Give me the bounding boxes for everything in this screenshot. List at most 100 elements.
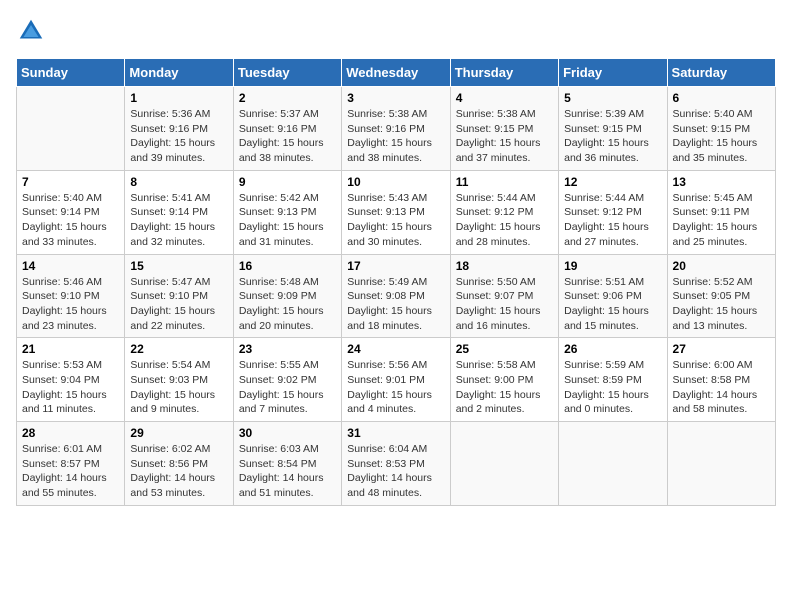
- day-info: Sunrise: 6:02 AM Sunset: 8:56 PM Dayligh…: [130, 442, 227, 501]
- day-info: Sunrise: 5:49 AM Sunset: 9:08 PM Dayligh…: [347, 275, 444, 334]
- day-info: Sunrise: 5:58 AM Sunset: 9:00 PM Dayligh…: [456, 358, 553, 417]
- day-info: Sunrise: 6:01 AM Sunset: 8:57 PM Dayligh…: [22, 442, 119, 501]
- day-number: 17: [347, 259, 444, 273]
- day-info: Sunrise: 5:48 AM Sunset: 9:09 PM Dayligh…: [239, 275, 336, 334]
- day-cell: 19 Sunrise: 5:51 AM Sunset: 9:06 PM Dayli…: [559, 254, 667, 338]
- day-cell: 13 Sunrise: 5:45 AM Sunset: 9:11 PM Dayli…: [667, 170, 775, 254]
- week-row-4: 21Sunrise: 5:53 AM Sunset: 9:04 PM Dayli…: [17, 338, 776, 422]
- day-cell: 21Sunrise: 5:53 AM Sunset: 9:04 PM Dayli…: [17, 338, 125, 422]
- day-number: 31: [347, 426, 444, 440]
- week-row-1: 1 Sunrise: 5:36 AM Sunset: 9:16 PM Daylig…: [17, 87, 776, 171]
- logo: [16, 16, 50, 46]
- day-cell: 7Sunrise: 5:40 AM Sunset: 9:14 PM Daylig…: [17, 170, 125, 254]
- day-cell: 15 Sunrise: 5:47 AM Sunset: 9:10 PM Dayli…: [125, 254, 233, 338]
- week-row-5: 28 Sunrise: 6:01 AM Sunset: 8:57 PM Dayli…: [17, 422, 776, 506]
- day-number: 13: [673, 175, 770, 189]
- day-number: 3: [347, 91, 444, 105]
- day-info: Sunrise: 5:56 AM Sunset: 9:01 PM Dayligh…: [347, 358, 444, 417]
- day-number: 12: [564, 175, 661, 189]
- day-number: 5: [564, 91, 661, 105]
- day-cell: 26 Sunrise: 5:59 AM Sunset: 8:59 PM Dayli…: [559, 338, 667, 422]
- day-cell: 22 Sunrise: 5:54 AM Sunset: 9:03 PM Dayli…: [125, 338, 233, 422]
- day-number: 30: [239, 426, 336, 440]
- day-info: Sunrise: 6:00 AM Sunset: 8:58 PM Dayligh…: [673, 358, 770, 417]
- day-info: Sunrise: 5:38 AM Sunset: 9:16 PM Dayligh…: [347, 107, 444, 166]
- day-info: Sunrise: 5:52 AM Sunset: 9:05 PM Dayligh…: [673, 275, 770, 334]
- day-number: 19: [564, 259, 661, 273]
- day-info: Sunrise: 5:40 AM Sunset: 9:14 PM Dayligh…: [22, 191, 119, 250]
- day-info: Sunrise: 5:46 AM Sunset: 9:10 PM Dayligh…: [22, 275, 119, 334]
- day-number: 9: [239, 175, 336, 189]
- header: [16, 16, 776, 46]
- week-row-3: 14Sunrise: 5:46 AM Sunset: 9:10 PM Dayli…: [17, 254, 776, 338]
- day-cell: 29 Sunrise: 6:02 AM Sunset: 8:56 PM Dayli…: [125, 422, 233, 506]
- day-cell: 5 Sunrise: 5:39 AM Sunset: 9:15 PM Daylig…: [559, 87, 667, 171]
- header-row: SundayMondayTuesdayWednesdayThursdayFrid…: [17, 59, 776, 87]
- day-cell: 2 Sunrise: 5:37 AM Sunset: 9:16 PM Daylig…: [233, 87, 341, 171]
- day-info: Sunrise: 5:51 AM Sunset: 9:06 PM Dayligh…: [564, 275, 661, 334]
- day-info: Sunrise: 5:59 AM Sunset: 8:59 PM Dayligh…: [564, 358, 661, 417]
- day-number: 29: [130, 426, 227, 440]
- day-cell: 20 Sunrise: 5:52 AM Sunset: 9:05 PM Dayli…: [667, 254, 775, 338]
- day-info: Sunrise: 5:41 AM Sunset: 9:14 PM Dayligh…: [130, 191, 227, 250]
- day-number: 18: [456, 259, 553, 273]
- day-cell: 18 Sunrise: 5:50 AM Sunset: 9:07 PM Dayli…: [450, 254, 558, 338]
- day-info: Sunrise: 5:40 AM Sunset: 9:15 PM Dayligh…: [673, 107, 770, 166]
- day-number: 25: [456, 342, 553, 356]
- day-number: 15: [130, 259, 227, 273]
- day-cell: 14Sunrise: 5:46 AM Sunset: 9:10 PM Dayli…: [17, 254, 125, 338]
- column-header-tuesday: Tuesday: [233, 59, 341, 87]
- day-cell: 1 Sunrise: 5:36 AM Sunset: 9:16 PM Daylig…: [125, 87, 233, 171]
- day-info: Sunrise: 5:44 AM Sunset: 9:12 PM Dayligh…: [564, 191, 661, 250]
- day-number: 22: [130, 342, 227, 356]
- column-header-saturday: Saturday: [667, 59, 775, 87]
- column-header-monday: Monday: [125, 59, 233, 87]
- day-cell: 25 Sunrise: 5:58 AM Sunset: 9:00 PM Dayli…: [450, 338, 558, 422]
- day-info: Sunrise: 5:55 AM Sunset: 9:02 PM Dayligh…: [239, 358, 336, 417]
- day-number: 4: [456, 91, 553, 105]
- day-number: 8: [130, 175, 227, 189]
- day-info: Sunrise: 5:39 AM Sunset: 9:15 PM Dayligh…: [564, 107, 661, 166]
- day-info: Sunrise: 5:45 AM Sunset: 9:11 PM Dayligh…: [673, 191, 770, 250]
- day-cell: 10 Sunrise: 5:43 AM Sunset: 9:13 PM Dayli…: [342, 170, 450, 254]
- day-info: Sunrise: 5:37 AM Sunset: 9:16 PM Dayligh…: [239, 107, 336, 166]
- day-number: 1: [130, 91, 227, 105]
- day-cell: 3 Sunrise: 5:38 AM Sunset: 9:16 PM Daylig…: [342, 87, 450, 171]
- week-row-2: 7Sunrise: 5:40 AM Sunset: 9:14 PM Daylig…: [17, 170, 776, 254]
- day-cell: 11 Sunrise: 5:44 AM Sunset: 9:12 PM Dayli…: [450, 170, 558, 254]
- logo-icon: [16, 16, 46, 46]
- day-cell: 31Sunrise: 6:04 AM Sunset: 8:53 PM Dayli…: [342, 422, 450, 506]
- day-info: Sunrise: 5:54 AM Sunset: 9:03 PM Dayligh…: [130, 358, 227, 417]
- day-number: 24: [347, 342, 444, 356]
- day-number: 10: [347, 175, 444, 189]
- column-header-thursday: Thursday: [450, 59, 558, 87]
- day-cell: 30Sunrise: 6:03 AM Sunset: 8:54 PM Dayli…: [233, 422, 341, 506]
- day-number: 11: [456, 175, 553, 189]
- day-info: Sunrise: 5:50 AM Sunset: 9:07 PM Dayligh…: [456, 275, 553, 334]
- day-info: Sunrise: 5:36 AM Sunset: 9:16 PM Dayligh…: [130, 107, 227, 166]
- day-cell: [667, 422, 775, 506]
- day-info: Sunrise: 5:44 AM Sunset: 9:12 PM Dayligh…: [456, 191, 553, 250]
- day-cell: 8 Sunrise: 5:41 AM Sunset: 9:14 PM Daylig…: [125, 170, 233, 254]
- day-cell: [450, 422, 558, 506]
- day-number: 6: [673, 91, 770, 105]
- day-cell: [559, 422, 667, 506]
- day-number: 20: [673, 259, 770, 273]
- day-cell: 28 Sunrise: 6:01 AM Sunset: 8:57 PM Dayli…: [17, 422, 125, 506]
- column-header-sunday: Sunday: [17, 59, 125, 87]
- day-number: 16: [239, 259, 336, 273]
- day-info: Sunrise: 5:47 AM Sunset: 9:10 PM Dayligh…: [130, 275, 227, 334]
- day-cell: 6 Sunrise: 5:40 AM Sunset: 9:15 PM Daylig…: [667, 87, 775, 171]
- day-info: Sunrise: 5:53 AM Sunset: 9:04 PM Dayligh…: [22, 358, 119, 417]
- day-info: Sunrise: 5:38 AM Sunset: 9:15 PM Dayligh…: [456, 107, 553, 166]
- day-cell: [17, 87, 125, 171]
- day-number: 2: [239, 91, 336, 105]
- day-cell: 24 Sunrise: 5:56 AM Sunset: 9:01 PM Dayli…: [342, 338, 450, 422]
- day-number: 26: [564, 342, 661, 356]
- day-cell: 17 Sunrise: 5:49 AM Sunset: 9:08 PM Dayli…: [342, 254, 450, 338]
- column-header-wednesday: Wednesday: [342, 59, 450, 87]
- day-info: Sunrise: 5:43 AM Sunset: 9:13 PM Dayligh…: [347, 191, 444, 250]
- day-number: 28: [22, 426, 119, 440]
- day-cell: 9Sunrise: 5:42 AM Sunset: 9:13 PM Daylig…: [233, 170, 341, 254]
- column-header-friday: Friday: [559, 59, 667, 87]
